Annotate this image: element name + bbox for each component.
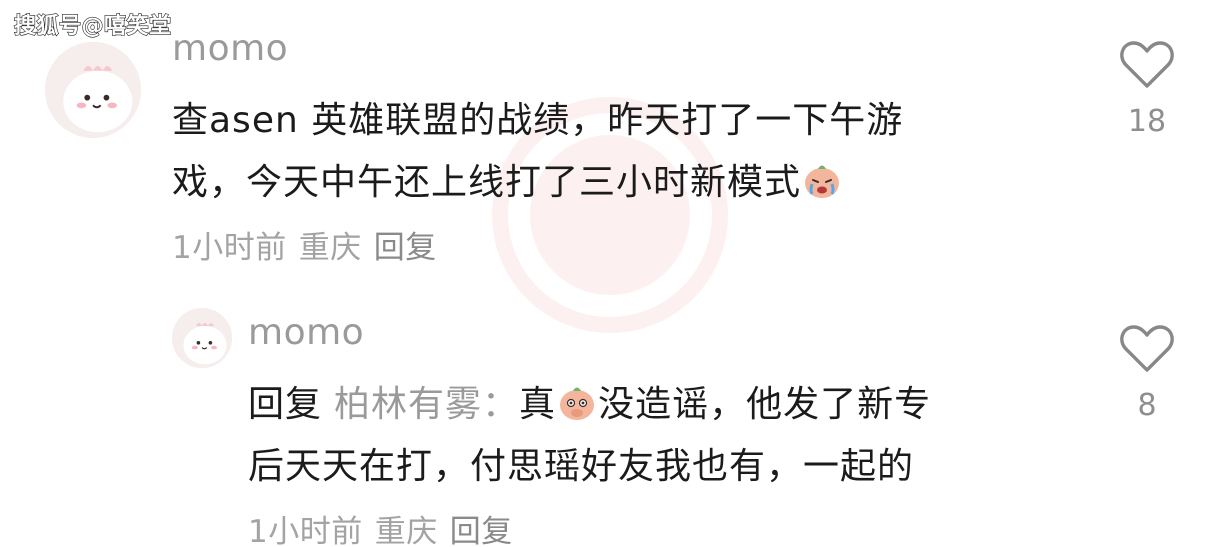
reply-line: 后天天在打，付思瑶好友我也有，一起的 (248, 446, 915, 487)
avatar-image (172, 308, 232, 368)
like-count: 8 (1137, 388, 1157, 423)
username[interactable]: momo (248, 312, 364, 353)
reply-button[interactable]: 回复 (450, 514, 513, 547)
reply-button[interactable]: 回复 (374, 230, 437, 266)
comment-meta: 1小时前 重庆 回复 (172, 222, 449, 267)
like-button[interactable]: 8 (1112, 322, 1182, 423)
username[interactable]: momo (172, 28, 288, 69)
reply-prefix: 回复 (248, 384, 323, 425)
location: 重庆 (298, 230, 362, 266)
reply-text-part: 没造谣，他发了新专 (598, 384, 932, 425)
timestamp: 1小时前 (248, 514, 363, 547)
thinking-face-emoji (560, 387, 595, 420)
timestamp: 1小时前 (172, 230, 287, 266)
crying-face-emoji (805, 165, 840, 198)
comment-line-text: 戏，今天中午还上线打了三小时新模式 (172, 162, 802, 203)
comment-thread: 搜狐号@嘻笑堂 momo 查asen 英雄联盟的战绩，昨天打了一下午游 戏，今天… (0, 0, 1220, 547)
reply-text: 回复 柏林有雾：真 没造谣，他发了新专 后天天在打，付思瑶好友我也有，一起的 (248, 374, 1078, 498)
avatar[interactable] (45, 42, 141, 138)
watermark: 搜狐号@嘻笑堂 (13, 13, 172, 39)
heart-icon (1120, 325, 1174, 372)
reply-text-part: 真 (519, 384, 557, 425)
reply-colon: ： (482, 384, 520, 425)
location: 重庆 (374, 514, 438, 547)
comment-text: 查asen 英雄联盟的战绩，昨天打了一下午游 戏，今天中午还上线打了三小时新模式 (172, 90, 1052, 214)
avatar-image (45, 42, 141, 138)
reply-line: 回复 柏林有雾：真 没造谣，他发了新专 (248, 374, 1078, 436)
like-button[interactable]: 18 (1112, 38, 1182, 139)
comment-line: 戏，今天中午还上线打了三小时新模式 (172, 152, 1052, 214)
avatar[interactable] (172, 308, 232, 368)
comment-line: 查asen 英雄联盟的战绩，昨天打了一下午游 (172, 100, 904, 141)
reply-target-username[interactable]: 柏林有雾 (334, 384, 482, 425)
heart-icon (1120, 41, 1174, 88)
reply-meta: 1小时前 重庆 回复 (248, 506, 525, 547)
like-count: 18 (1127, 104, 1167, 139)
